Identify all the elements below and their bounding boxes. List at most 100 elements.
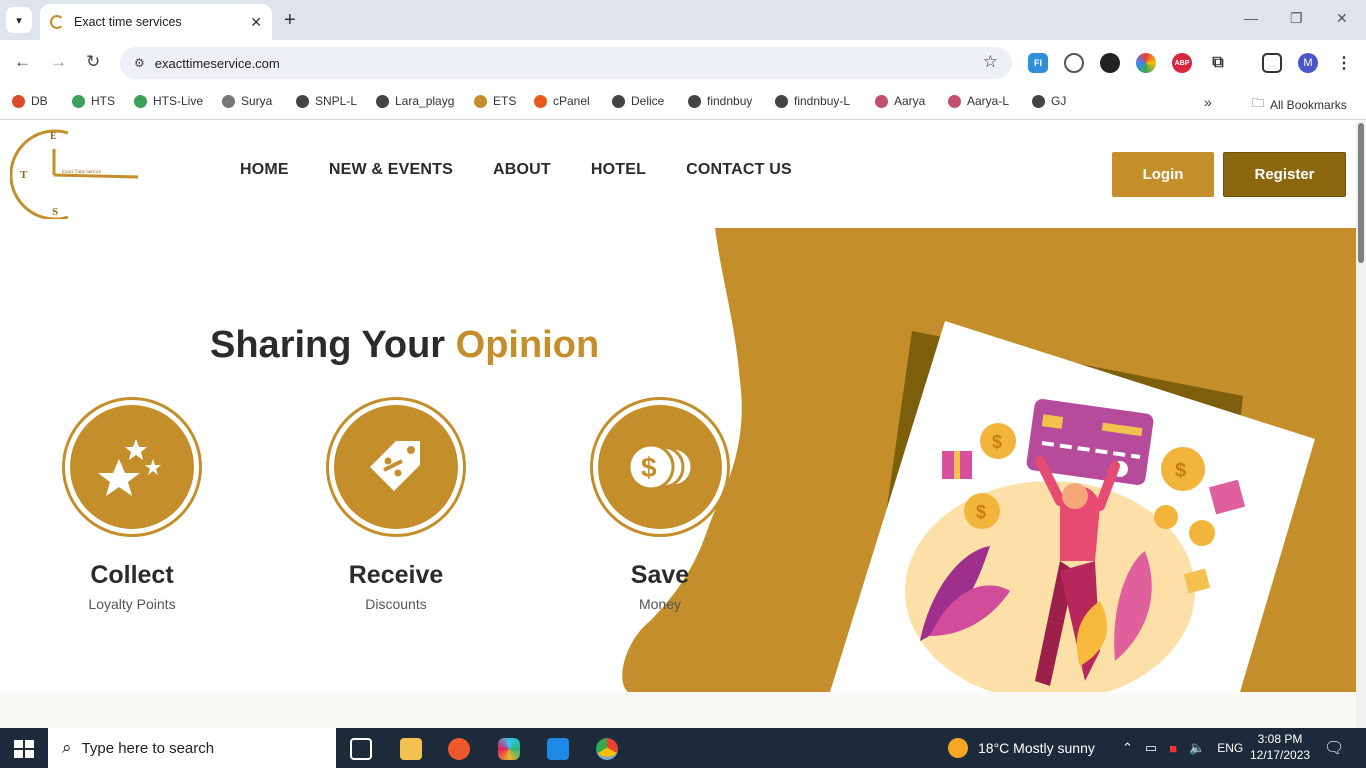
vscode-icon[interactable] bbox=[547, 738, 569, 760]
bookmark-favicon-icon bbox=[612, 94, 625, 108]
nav-home[interactable]: HOME bbox=[240, 161, 289, 179]
windows-start-icon[interactable] bbox=[14, 740, 34, 763]
volume-icon[interactable]: 🔈 bbox=[1189, 740, 1205, 756]
bookmark-item[interactable]: Lara_playg bbox=[376, 94, 454, 108]
bookmark-item[interactable]: SNPL-L bbox=[296, 94, 357, 108]
page-scrollbar[interactable] bbox=[1356, 121, 1366, 728]
nav-about[interactable]: ABOUT bbox=[493, 161, 551, 179]
nav-news-events[interactable]: NEW & EVENTS bbox=[329, 161, 453, 179]
feature-title: Receive bbox=[348, 561, 444, 589]
login-button[interactable]: Login bbox=[1112, 152, 1214, 197]
chrome-icon[interactable] bbox=[596, 738, 618, 760]
feature-icon-ring: $ bbox=[590, 397, 730, 537]
more-bookmarks-icon[interactable]: » bbox=[1204, 94, 1212, 110]
bookmark-item[interactable]: ETS bbox=[474, 94, 516, 108]
headline-text: Sharing Your bbox=[210, 324, 456, 366]
task-view-icon[interactable] bbox=[350, 738, 372, 760]
bookmark-item[interactable]: Aarya-L bbox=[948, 94, 1009, 108]
slack-icon[interactable] bbox=[498, 738, 520, 760]
adblock-extension-icon[interactable]: ABP bbox=[1172, 53, 1192, 73]
register-button[interactable]: Register bbox=[1223, 152, 1346, 197]
profile-avatar[interactable]: M bbox=[1298, 53, 1318, 73]
feature-save: $ Save Money bbox=[590, 397, 730, 612]
color-extension-icon[interactable] bbox=[1136, 53, 1156, 73]
bookmark-favicon-icon bbox=[72, 94, 85, 108]
bookmark-favicon-icon bbox=[688, 94, 701, 108]
bookmark-favicon-icon bbox=[1032, 94, 1045, 108]
reload-icon[interactable]: ↻ bbox=[86, 52, 100, 72]
discount-tag-icon bbox=[334, 405, 458, 529]
network-icon[interactable]: ▭ bbox=[1145, 740, 1157, 756]
postman-icon[interactable] bbox=[448, 738, 470, 760]
bookmark-label: findnbuy-L bbox=[794, 94, 851, 108]
taskbar-search-box[interactable]: ⌕ Type here to search bbox=[48, 728, 336, 768]
bookmark-label: findnbuy bbox=[707, 94, 753, 108]
headline-accent: Opinion bbox=[455, 324, 600, 366]
site-info-icon[interactable]: ⚙ bbox=[134, 56, 145, 70]
restore-icon[interactable]: ❐ bbox=[1290, 10, 1303, 27]
clock-date: 12/17/2023 bbox=[1250, 748, 1311, 762]
search-icon: ⌕ bbox=[62, 738, 72, 757]
all-bookmarks-folder[interactable]: 🗀 All Bookmarks bbox=[1252, 94, 1347, 115]
nav-contact-us[interactable]: CONTACT US bbox=[686, 161, 792, 179]
system-tray: ⌃ ▭ ■ 🔈 ENG bbox=[1122, 728, 1243, 768]
fi-extension-icon[interactable]: FI bbox=[1028, 53, 1048, 73]
bookmark-label: ETS bbox=[493, 94, 517, 108]
bookmark-label: DB bbox=[31, 94, 48, 108]
hero-headline: Sharing Your Opinion bbox=[210, 324, 599, 367]
menu-icon[interactable]: ⋮ bbox=[1334, 53, 1354, 73]
bookmark-favicon-icon bbox=[376, 94, 389, 108]
bookmark-label: Lara_playg bbox=[395, 94, 455, 108]
minimize-icon[interactable]: — bbox=[1244, 10, 1258, 26]
back-icon[interactable]: ← bbox=[14, 52, 31, 72]
bookmark-favicon-icon bbox=[534, 94, 547, 108]
weather-widget[interactable]: 18°C Mostly sunny bbox=[948, 728, 1095, 768]
bookmark-favicon-icon bbox=[222, 94, 235, 108]
extensions-puzzle-icon[interactable]: ⧉ bbox=[1208, 53, 1228, 73]
url-text[interactable]: exacttimeservice.com bbox=[155, 56, 280, 71]
feature-icon-ring bbox=[62, 397, 202, 537]
bookmark-item[interactable]: findnbuy bbox=[688, 94, 752, 108]
bookmark-item[interactable]: cPanel bbox=[534, 94, 590, 108]
bookmark-item[interactable]: findnbuy-L bbox=[775, 94, 850, 108]
browser-tab[interactable]: Exact time services ✕ bbox=[40, 4, 272, 40]
search-placeholder: Type here to search bbox=[81, 739, 215, 757]
nav-hotel[interactable]: HOTEL bbox=[591, 161, 646, 179]
bookmark-star-icon[interactable]: ☆ bbox=[983, 52, 998, 72]
clock-time: 3:08 PM bbox=[1257, 732, 1303, 746]
folder-icon: 🗀 bbox=[1252, 96, 1265, 110]
bookmark-item[interactable]: DB bbox=[12, 94, 48, 108]
new-tab-button[interactable]: + bbox=[284, 9, 296, 32]
address-bar[interactable]: ⚙ exacttimeservice.com ☆ bbox=[120, 47, 1012, 79]
notifications-icon[interactable]: 🗨 bbox=[1324, 728, 1344, 768]
capture-extension-icon[interactable] bbox=[1100, 53, 1120, 73]
bookmark-favicon-icon bbox=[12, 94, 25, 108]
security-alert-icon[interactable]: ■ bbox=[1169, 741, 1177, 756]
tab-search-button[interactable]: ▾ bbox=[6, 7, 32, 33]
feature-subtitle: Loyalty Points bbox=[88, 596, 176, 612]
bookmark-label: Surya bbox=[241, 94, 273, 108]
bookmark-item[interactable]: HTS-Live bbox=[134, 94, 203, 108]
bookmark-item[interactable]: Surya bbox=[222, 94, 272, 108]
site-logo[interactable]: E T S Exact Time Service bbox=[10, 127, 140, 219]
main-navigation: HOME NEW & EVENTS ABOUT HOTEL CONTACT US bbox=[240, 161, 832, 179]
bookmark-label: Aarya-L bbox=[967, 94, 1010, 108]
bookmark-item[interactable]: Aarya bbox=[875, 94, 925, 108]
file-explorer-icon[interactable] bbox=[400, 738, 422, 760]
bookmark-favicon-icon bbox=[875, 94, 888, 108]
logo-letter-s: S bbox=[52, 206, 58, 218]
taskbar-clock[interactable]: 3:08 PM 12/17/2023 bbox=[1250, 731, 1310, 763]
close-tab-icon[interactable]: ✕ bbox=[250, 14, 262, 31]
bookmark-item[interactable]: HTS bbox=[72, 94, 115, 108]
next-section-band bbox=[0, 692, 1356, 728]
language-indicator[interactable]: ENG bbox=[1217, 741, 1243, 755]
bookmark-favicon-icon bbox=[948, 94, 961, 108]
extension-icon[interactable] bbox=[1064, 53, 1084, 73]
bookmark-item[interactable]: Delice bbox=[612, 94, 664, 108]
scrollbar-thumb[interactable] bbox=[1358, 123, 1364, 263]
show-hidden-icons-icon[interactable]: ⌃ bbox=[1122, 740, 1133, 756]
side-panel-icon[interactable] bbox=[1262, 53, 1282, 73]
close-window-icon[interactable]: ✕ bbox=[1336, 10, 1348, 27]
bookmark-item[interactable]: GJ bbox=[1032, 94, 1066, 108]
forward-icon[interactable]: → bbox=[50, 52, 67, 72]
